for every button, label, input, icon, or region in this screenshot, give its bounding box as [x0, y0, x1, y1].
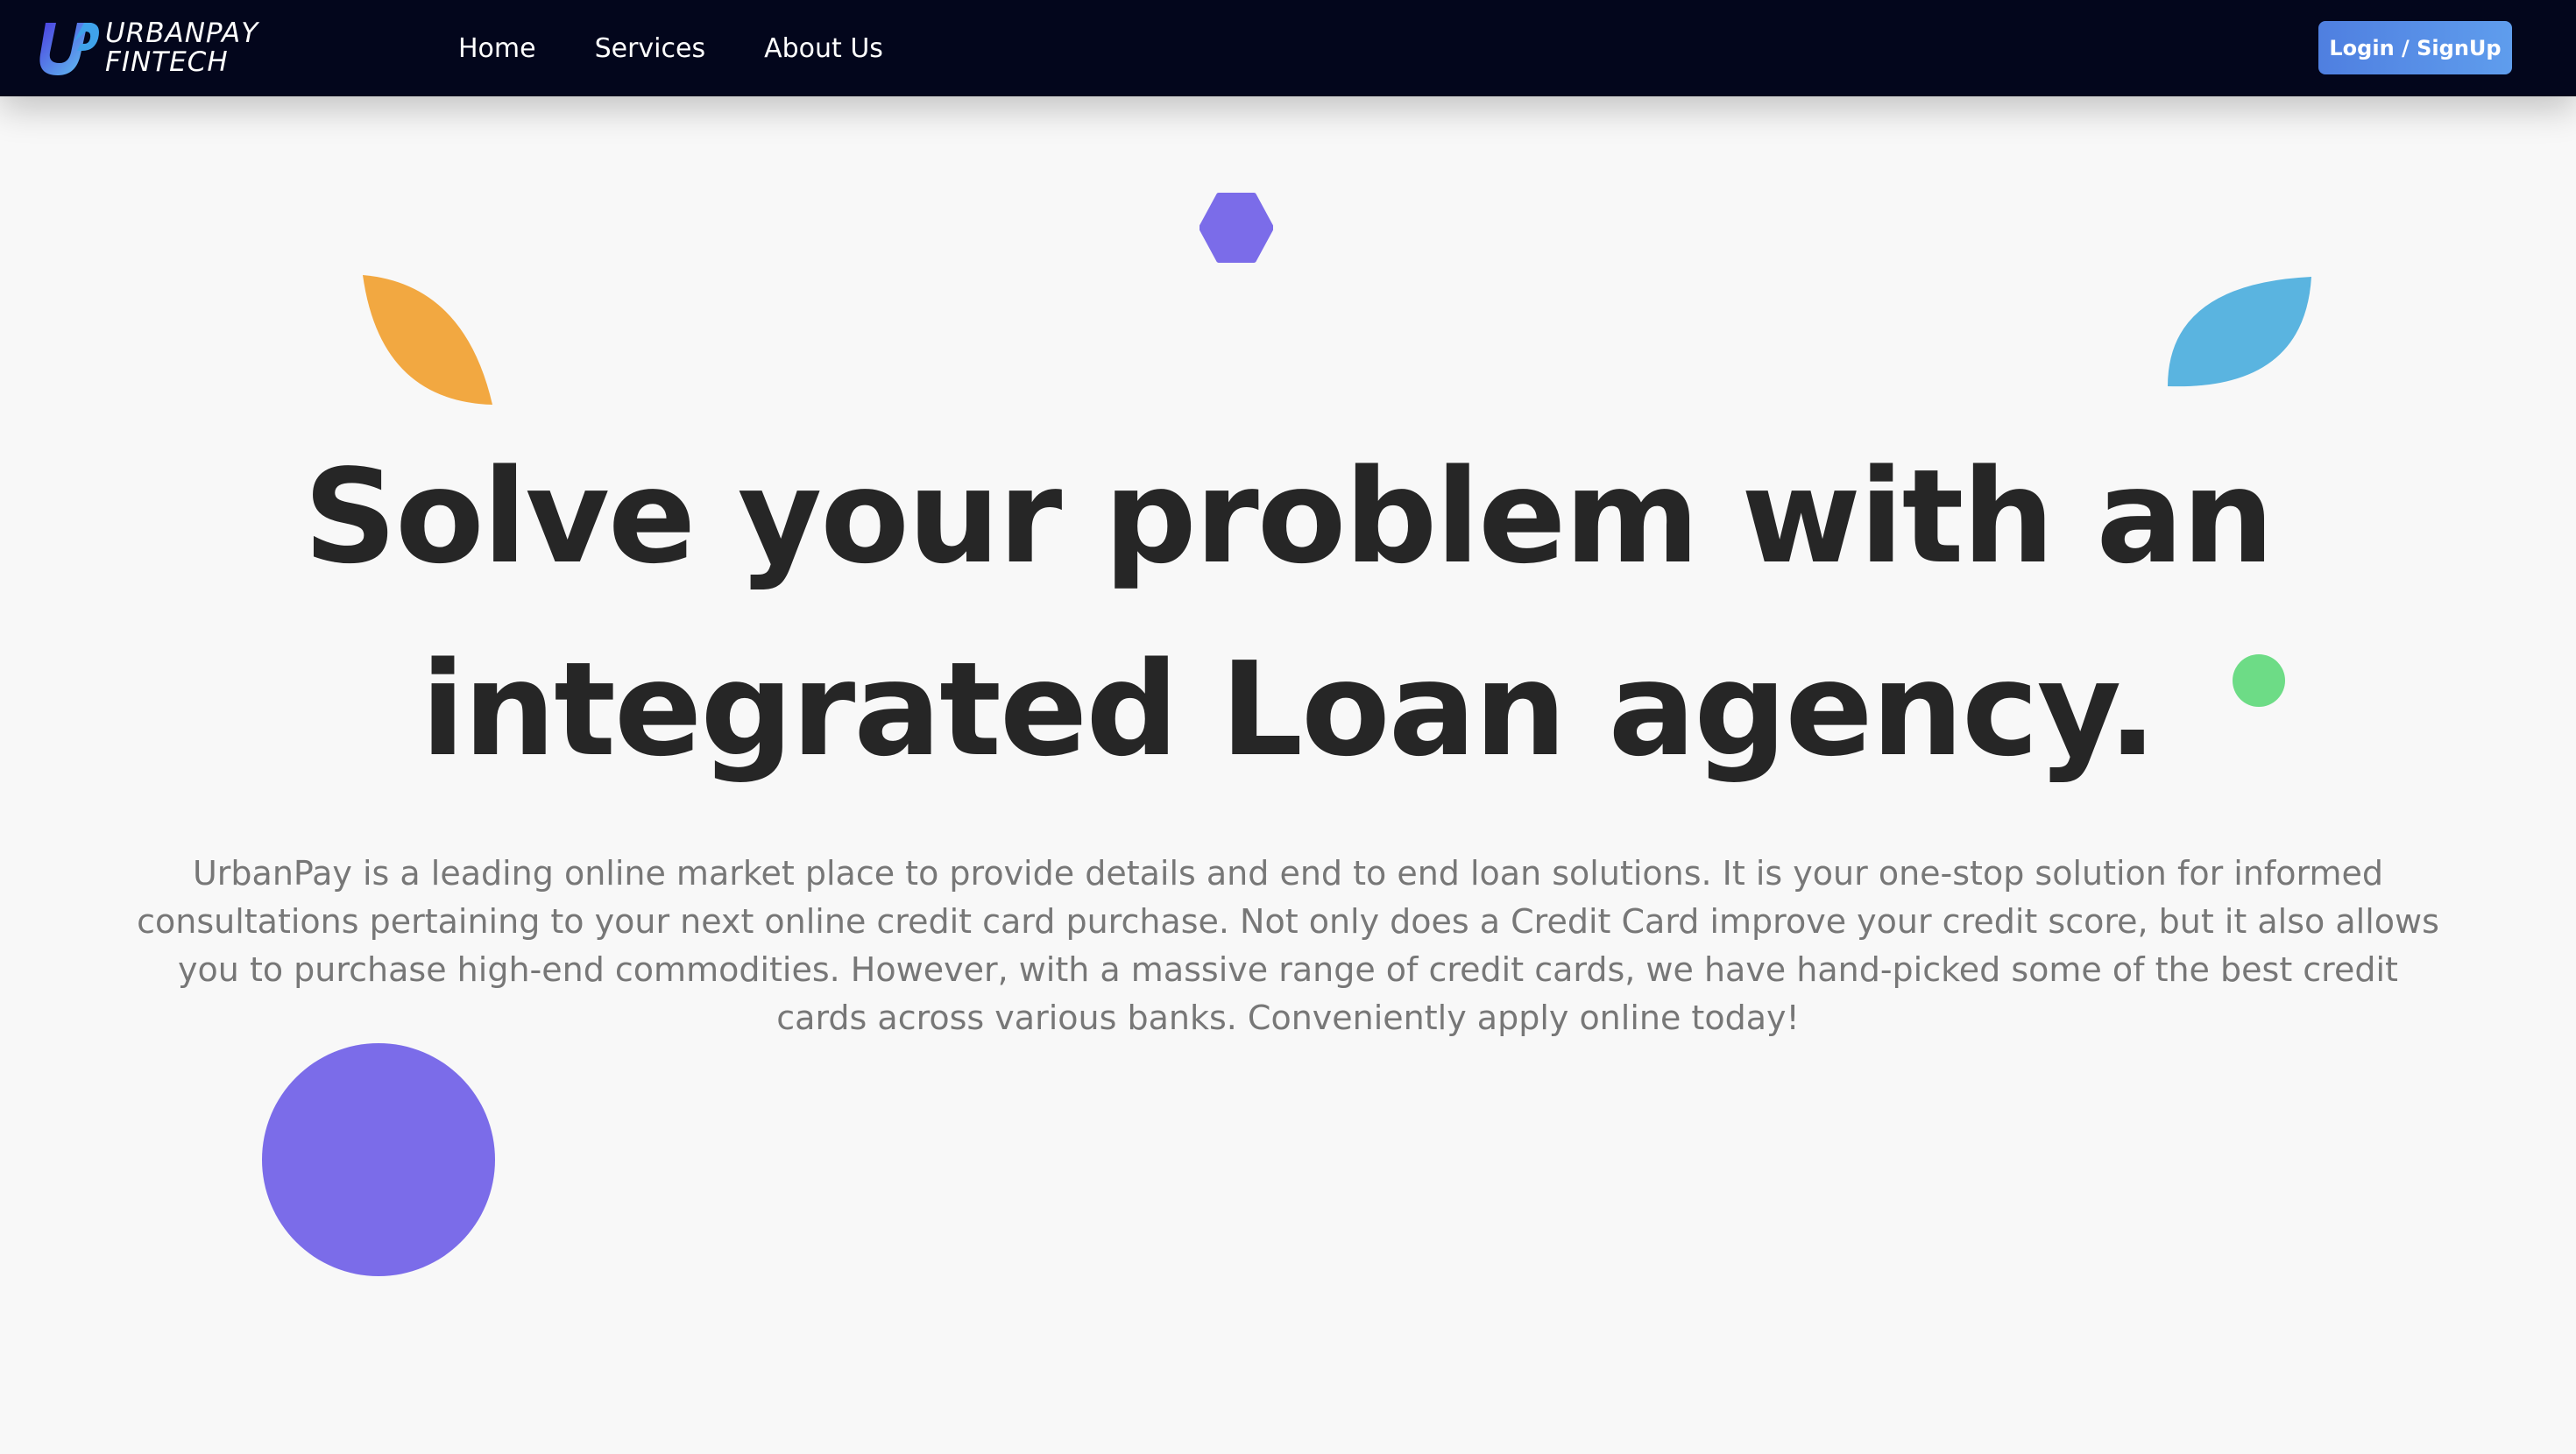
nav-link-home[interactable]: Home	[458, 33, 536, 64]
top-navbar: URBANPAY FINTECH Home Services About Us …	[0, 0, 2576, 96]
hero-title: Solve your problem with an integrated Lo…	[175, 420, 2401, 806]
hero-title-line2: integrated Loan agency.	[421, 634, 2157, 785]
up-monogram-icon	[39, 23, 99, 75]
brand-name-line1: URBANPAY	[105, 18, 259, 49]
brand-logo[interactable]: URBANPAY FINTECH	[33, 14, 258, 82]
hero-title-line1: Solve your problem with an	[303, 441, 2274, 592]
main-nav: Home Services About Us	[458, 0, 942, 96]
login-signup-button[interactable]: Login / SignUp	[2318, 21, 2512, 74]
blue-leaf-shape	[2168, 277, 2311, 387]
purple-hexagon-shape	[1200, 193, 1273, 263]
nav-link-services[interactable]: Services	[595, 33, 706, 64]
orange-leaf-shape	[363, 275, 492, 405]
hero-description: UrbanPay is a leading online market plac…	[137, 854, 2439, 1037]
nav-link-about-us[interactable]: About Us	[764, 33, 883, 64]
purple-circle-shape	[262, 1043, 495, 1276]
brand-name-line2: FINTECH	[105, 46, 229, 78]
brand-name: URBANPAY FINTECH	[105, 19, 258, 77]
